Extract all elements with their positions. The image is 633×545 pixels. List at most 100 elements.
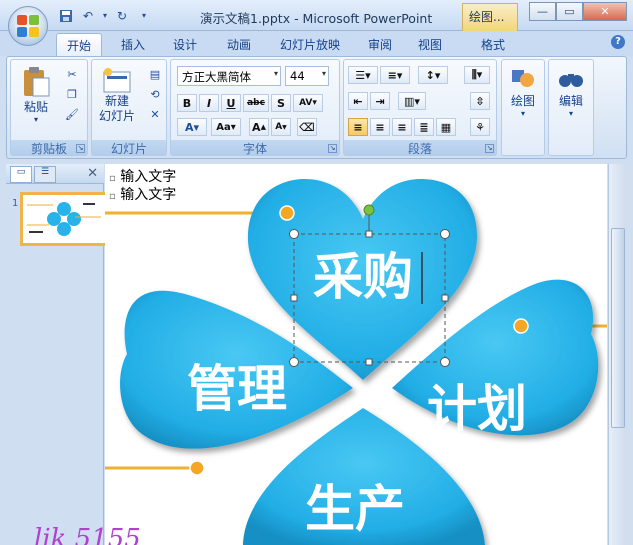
tab-design[interactable]: 设计 [162, 33, 208, 56]
qat-dropdown-icon[interactable]: ▾ [100, 7, 110, 25]
char-spacing-icon[interactable]: AV▾ [293, 94, 323, 112]
resize-handle[interactable] [289, 229, 299, 239]
strikethrough-icon[interactable]: abc [243, 94, 269, 112]
drawing-label: 绘图 [510, 94, 535, 108]
smartart-icon[interactable]: ⚘ [470, 118, 490, 136]
resize-handle[interactable] [290, 294, 298, 302]
grow-font-icon[interactable]: A ▲ [249, 118, 269, 136]
text-direction-icon[interactable]: ⫼▾ [464, 66, 490, 84]
editing-group: 编辑 ▾ [548, 59, 594, 156]
handwriting-overlay: lik 5155 [34, 524, 141, 545]
tab-view[interactable]: 视图 [410, 33, 450, 56]
ribbon-tabs: 开始 插入 设计 动画 幻灯片放映 审阅 视图 格式 ? [0, 31, 633, 56]
line-spacing-icon[interactable]: ↕▾ [418, 66, 448, 84]
paste-button[interactable]: 粘贴 ▾ [17, 66, 55, 124]
office-logo-icon [17, 15, 39, 37]
font-group-label: 字体 [171, 140, 339, 156]
office-button[interactable] [8, 6, 48, 46]
bold-icon[interactable]: B [177, 94, 197, 112]
font-size-combo[interactable]: 44 ▾ [285, 66, 329, 86]
justify-icon[interactable]: ≣ [414, 118, 434, 136]
close-icon[interactable]: ✕ [583, 2, 627, 21]
shadow-icon[interactable]: S [271, 94, 291, 112]
ribbon: 粘贴 ▾ ✂ ❐ 🖌 剪贴板 ↘ 新建 幻灯片 ▤ ⟲ ✕ 幻灯片 方正大黑简体… [6, 56, 627, 159]
rotate-handle[interactable] [363, 204, 375, 216]
slides-group-label: 幻灯片 [92, 140, 166, 156]
resize-handle[interactable] [365, 358, 373, 366]
align-center-icon[interactable]: ≡ [370, 118, 390, 136]
paragraph-launcher-icon[interactable]: ↘ [485, 144, 494, 153]
editing-button[interactable]: 编辑 ▾ [551, 66, 591, 118]
align-text-icon[interactable]: ⇳ [470, 92, 490, 110]
editing-label: 编辑 [558, 94, 583, 108]
shapes-icon [512, 70, 534, 87]
italic-icon[interactable]: I [199, 94, 219, 112]
resize-handle[interactable] [365, 230, 373, 238]
numbering-icon[interactable]: ≡▾ [380, 66, 410, 84]
help-icon[interactable]: ? [611, 35, 625, 49]
decrease-indent-icon[interactable]: ⇤ [348, 92, 368, 110]
petal-label-top[interactable]: 采购 [313, 248, 413, 306]
columns-icon[interactable]: ▥▾ [398, 92, 426, 110]
change-case-icon[interactable]: Aa▾ [211, 118, 241, 136]
vertical-scrollbar[interactable] [608, 164, 627, 545]
paragraph-group-label: 段落 [344, 140, 496, 156]
slides-tab-icon[interactable]: ▭ [10, 166, 32, 183]
redo-icon[interactable]: ↻ [112, 7, 132, 25]
slide-thumbnail[interactable] [20, 192, 108, 246]
bullets-icon[interactable]: ☰▾ [348, 66, 378, 84]
close-pane-icon[interactable]: ✕ [87, 166, 98, 181]
tab-format[interactable]: 格式 [470, 33, 516, 56]
font-name-combo[interactable]: 方正大黑简体 ▾ [177, 66, 281, 86]
tab-insert[interactable]: 插入 [110, 33, 156, 56]
reset-icon[interactable]: ⟲ [146, 86, 164, 102]
save-icon[interactable] [56, 7, 76, 25]
format-painter-icon[interactable]: 🖌 [63, 106, 81, 122]
layout-icon[interactable]: ▤ [146, 66, 164, 82]
drawing-button[interactable]: 绘图 ▾ [504, 66, 542, 118]
title-bar: ↶ ▾ ↻ ▾ 演示文稿1.pptx - Microsoft PowerPoin… [0, 0, 633, 31]
resize-handle[interactable] [441, 294, 449, 302]
chevron-down-icon: ▾ [321, 69, 326, 78]
delete-slide-icon[interactable]: ✕ [146, 106, 164, 122]
tab-review[interactable]: 审阅 [360, 33, 400, 56]
increase-indent-icon[interactable]: ⇥ [370, 92, 390, 110]
align-left-icon[interactable]: ≡ [348, 118, 368, 136]
align-right-icon[interactable]: ≡ [392, 118, 412, 136]
resize-handle[interactable] [289, 357, 299, 367]
font-color-icon[interactable]: A▾ [177, 118, 207, 136]
customize-qat-icon[interactable]: ▾ [134, 7, 154, 25]
drawing-tools-context-tab[interactable]: 绘图... [462, 3, 518, 31]
minimize-icon[interactable]: — [529, 2, 556, 21]
petal-label-right[interactable]: 计划 [427, 380, 527, 438]
clipboard-launcher-icon[interactable]: ↘ [76, 144, 85, 153]
resize-handle[interactable] [440, 229, 450, 239]
petal-label-left[interactable]: 管理 [187, 360, 287, 418]
clear-format-icon[interactable]: ⌫ [297, 118, 317, 136]
petal-label-bottom[interactable]: 生产 [305, 480, 405, 538]
cut-icon[interactable]: ✂ [63, 66, 81, 82]
font-name-value: 方正大黑简体 [182, 70, 251, 84]
underline-icon[interactable]: U [221, 94, 241, 112]
slide-canvas[interactable]: ▫ 输入文字 ▫ 输入文字 采购 管理 计划 生产 [105, 164, 607, 545]
font-launcher-icon[interactable]: ↘ [328, 144, 337, 153]
font-size-value: 44 [290, 69, 305, 83]
tab-home[interactable]: 开始 [56, 33, 102, 56]
distributed-icon[interactable]: ▦ [436, 118, 456, 136]
maximize-icon[interactable]: ▭ [556, 2, 583, 21]
binoculars-icon [559, 74, 583, 87]
tab-slideshow[interactable]: 幻灯片放映 [272, 33, 348, 56]
tab-animations[interactable]: 动画 [216, 33, 262, 56]
shrink-font-icon[interactable]: A ▼ [271, 118, 291, 136]
copy-icon[interactable]: ❐ [63, 86, 81, 102]
slides-pane-tabs: ▭ ☰ ✕ [6, 164, 104, 184]
window-frame [627, 159, 633, 545]
undo-icon[interactable]: ↶ [78, 7, 98, 25]
four-leaf-diagram: 采购 管理 计划 生产 [105, 179, 607, 545]
new-slide-button[interactable]: 新建 幻灯片 [94, 66, 140, 124]
resize-handle[interactable] [440, 357, 450, 367]
connector-dot [189, 460, 205, 476]
quick-access-toolbar: ↶ ▾ ↻ ▾ [56, 6, 154, 25]
outline-tab-icon[interactable]: ☰ [34, 166, 56, 183]
scrollbar-thumb[interactable] [611, 228, 625, 428]
